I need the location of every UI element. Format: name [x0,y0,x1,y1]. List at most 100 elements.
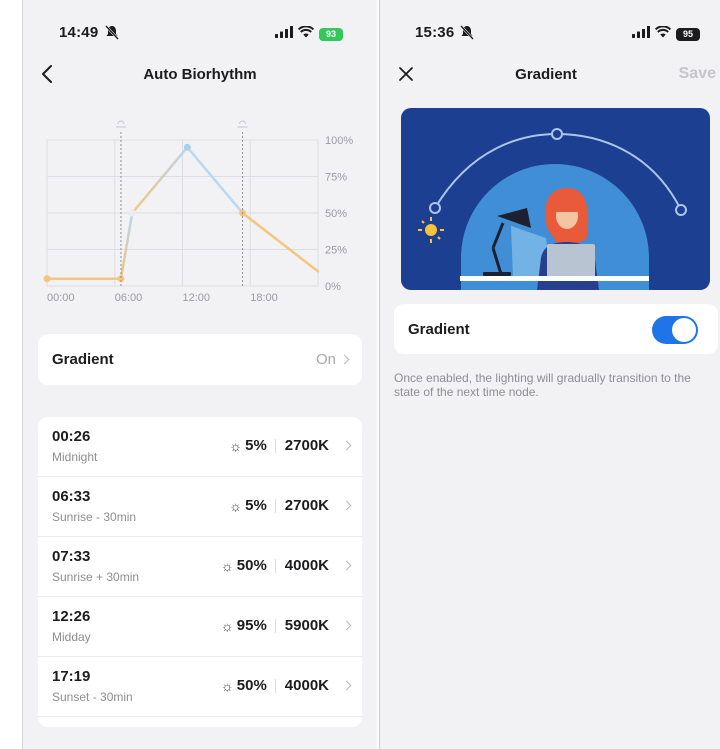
schedule-temperature: 4000K [284,557,329,574]
schedule-brightness: 95% [236,617,267,634]
nav-bar: Auto Biorhythm [23,60,377,90]
chevron-right-icon [339,354,350,365]
silent-bell-icon [105,25,119,45]
divider [274,438,276,453]
gradient-row-value: On [315,351,336,368]
status-bar: 15:36 95 [380,24,720,44]
schedule-row[interactable]: 17:19 Sunset - 30min ☼ 50% 4000K [38,657,362,717]
auto-biorhythm-screen: 14:49 93 Auto Biorhythm 100% 75% 50% 25%… [22,0,377,749]
chart-y-axis-labels: 100% 75% 50% 25% 0% [325,135,353,293]
chart-line-segment [241,211,320,273]
silent-bell-icon [460,25,474,45]
gradient-description: Once enabled, the lighting will graduall… [394,371,691,399]
gradient-toggle-switch[interactable] [652,316,698,344]
chevron-right-icon [341,620,352,631]
status-indicators: 95 [632,25,700,43]
battery-indicator: 95 [676,27,700,41]
status-time: 15:36 [415,24,455,41]
gradient-screen: 15:36 95 Gradient Save Gradient Once ena… [379,0,720,749]
schedule-subtitle: Midday [52,630,91,644]
divider [274,678,276,693]
schedule-brightness: 50% [236,677,267,694]
schedule-time: 07:33 [52,548,91,565]
gradient-illustration [401,108,710,290]
y-tick-label: 25% [325,245,347,257]
gradient-toggle-row: Gradient [394,304,718,354]
gradient-toggle-label: Gradient [408,321,470,338]
chart-grid [46,139,319,287]
brightness-icon: ☼ [220,557,234,574]
schedule-row[interactable]: 00:26 Midnight ☼ 5% 2700K [38,417,362,477]
schedule-row[interactable]: 12:26 Midday ☼ 95% 5900K [38,597,362,657]
schedule-list: 00:26 Midnight ☼ 5% 2700K 06:33 Sunrise - 30mi… [38,417,362,727]
schedule-subtitle: Sunset - 30min [52,690,133,704]
chevron-right-icon [341,440,352,451]
x-tick-label: 12:00 [183,292,211,304]
save-button[interactable]: Save [679,65,716,83]
chart-line-segment [186,146,244,215]
brightness-icon: ☼ [229,437,243,454]
brightness-icon: ☼ [229,497,243,514]
chart-x-axis-labels: 00:00 06:00 12:00 18:00 [47,292,278,304]
gradient-row[interactable]: Gradient On [38,334,362,385]
schedule-brightness: 5% [245,437,267,454]
x-tick-label: 06:00 [115,292,143,304]
wifi-icon [654,25,672,43]
toggle-knob [672,318,696,342]
schedule-brightness: 5% [245,497,267,514]
sun-horizon-icon [115,120,126,128]
status-time: 14:49 [59,24,99,41]
schedule-row[interactable]: 06:33 Sunrise - 30min ☼ 5% 2700K [38,477,362,537]
y-tick-label: 0% [325,281,341,293]
brightness-icon: ☼ [220,677,234,694]
chart-line-segment [119,211,134,280]
divider [274,498,276,513]
status-bar: 14:49 93 [23,24,377,44]
x-tick-label: 18:00 [250,292,278,304]
schedule-values: ☼ 50% 4000K [220,677,352,694]
schedule-time: 00:26 [52,428,91,445]
schedule-time: 12:26 [52,608,91,625]
divider [274,618,276,633]
status-indicators: 93 [275,25,343,43]
chevron-right-icon [341,680,352,691]
battery-indicator: 93 [319,27,343,41]
sun-horizon-icon [237,120,248,128]
chart-line-segment [131,146,189,215]
schedule-values: ☼ 95% 5900K [220,617,352,634]
wifi-icon [297,25,315,43]
page-title: Gradient [515,66,577,83]
y-tick-label: 50% [325,208,347,220]
nav-bar: Gradient Save [380,60,720,90]
chevron-right-icon [341,560,352,571]
schedule-temperature: 5900K [284,617,329,634]
schedule-values: ☼ 50% 4000K [220,557,352,574]
schedule-time: 17:19 [52,668,91,685]
schedule-values: ☼ 5% 2700K [229,437,352,454]
schedule-temperature: 2700K [284,437,329,454]
schedule-row[interactable]: 07:33 Sunrise + 30min ☼ 50% 4000K [38,537,362,597]
schedule-values: ☼ 5% 2700K [229,497,352,514]
schedule-temperature: 2700K [284,497,329,514]
schedule-temperature: 4000K [284,677,329,694]
chart-data-point[interactable] [43,275,51,283]
biorhythm-chart: 100% 75% 50% 25% 0% 00:00 06:00 12:00 18:00 [43,120,353,304]
schedule-time: 06:33 [52,488,91,505]
page-title: Auto Biorhythm [143,66,257,83]
schedule-subtitle: Sunrise + 30min [52,570,140,584]
signal-icon [632,25,650,43]
schedule-brightness: 50% [236,557,267,574]
chevron-right-icon [341,500,352,511]
x-tick-label: 00:00 [47,292,75,304]
chart-data-point[interactable] [128,209,136,217]
y-tick-label: 75% [325,172,347,184]
schedule-subtitle: Midnight [52,450,98,464]
brightness-icon: ☼ [220,617,234,634]
y-tick-label: 100% [325,135,353,147]
signal-icon [275,25,293,43]
chart-sun-markers [115,120,248,286]
gradient-row-label: Gradient [52,351,114,368]
schedule-subtitle: Sunrise - 30min [52,510,137,524]
divider [274,558,276,573]
chart-data-point[interactable] [183,143,191,151]
